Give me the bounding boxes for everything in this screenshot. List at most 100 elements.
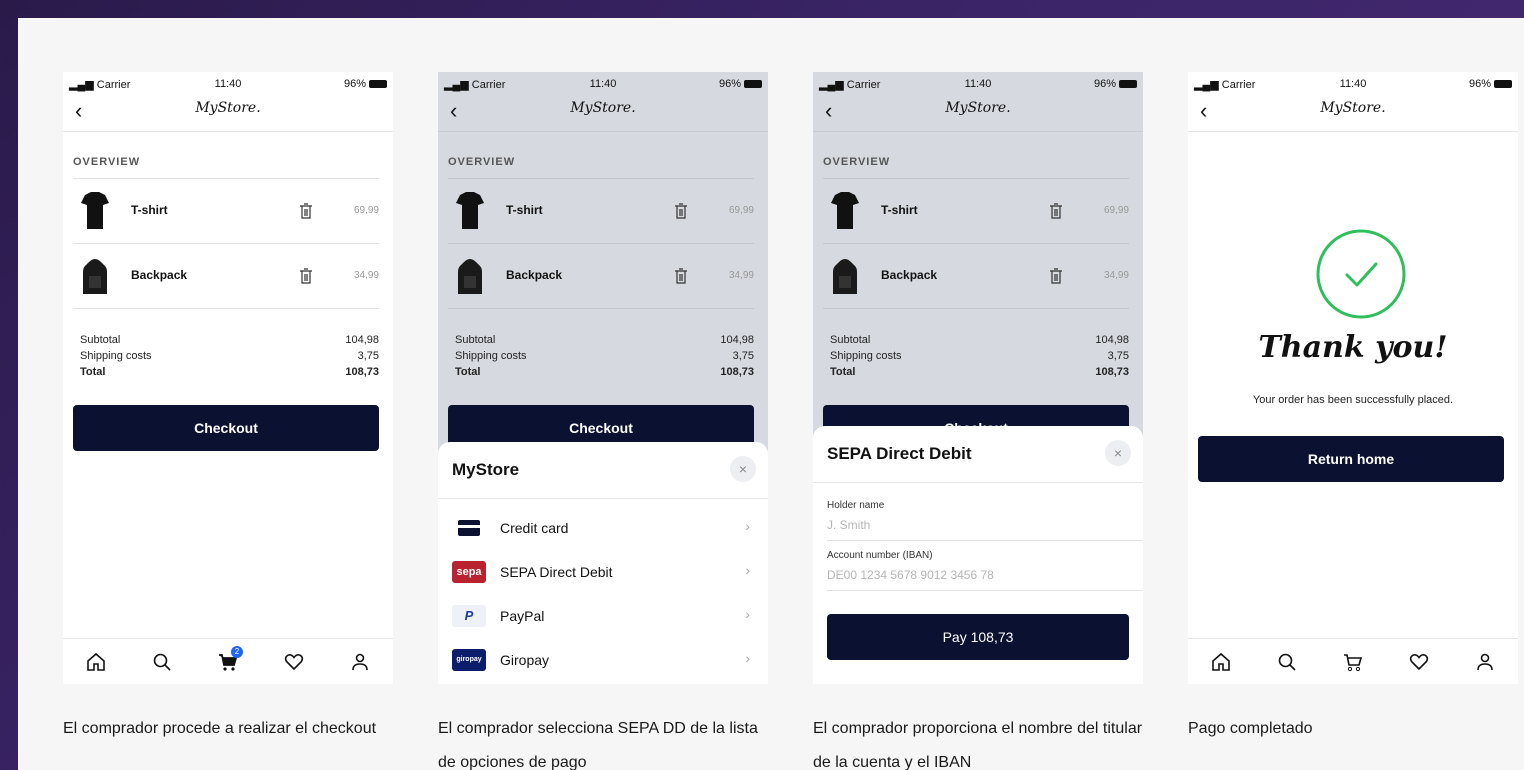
backpack-icon — [833, 259, 857, 294]
sepa-icon: sepa — [452, 561, 486, 583]
battery-indicator: 96% — [344, 78, 387, 90]
home-icon[interactable] — [85, 651, 107, 673]
close-icon[interactable]: × — [730, 456, 756, 482]
payment-option-paypal[interactable]: P PayPal › — [452, 594, 754, 638]
item-price: 69,99 — [353, 205, 379, 216]
trash-icon[interactable] — [674, 203, 688, 219]
item-price: 34,99 — [728, 270, 754, 281]
order-placed-message: Your order has been successfully placed. — [1252, 394, 1454, 406]
item-name: T-shirt — [131, 203, 168, 217]
cart-item-row: Backpack 34,99 — [448, 243, 754, 307]
overview-heading: OVERVIEW — [73, 156, 141, 168]
chevron-right-icon: › — [745, 606, 750, 622]
payment-option-label: Giropay — [500, 652, 550, 668]
subtotal-label: Subtotal — [455, 334, 496, 346]
iban-label: Account number (IBAN) — [827, 550, 933, 561]
subtotal-value: 104,98 — [720, 334, 754, 346]
payment-option-label: Credit card — [500, 520, 569, 536]
profile-icon[interactable] — [1474, 651, 1496, 673]
search-icon[interactable] — [1276, 651, 1298, 673]
chevron-right-icon: › — [745, 518, 750, 534]
store-logo: MyStore. — [570, 100, 636, 116]
nav-bar: ‹ MyStore. — [1188, 96, 1518, 132]
trash-icon[interactable] — [674, 268, 688, 284]
cart-item-row: Backpack 34,99 — [73, 243, 379, 307]
chevron-right-icon: › — [745, 562, 750, 578]
status-bar: ▂▄▆ Carrier 11:40 96% — [1188, 78, 1518, 92]
heart-icon[interactable] — [283, 651, 305, 673]
holder-name-label: Holder name — [827, 500, 885, 511]
item-price: 34,99 — [353, 270, 379, 281]
item-name: T-shirt — [506, 203, 543, 217]
divider — [823, 308, 1129, 309]
nav-bar: ‹ MyStore. — [438, 96, 768, 132]
divider — [827, 540, 1143, 541]
total-value: 108,73 — [720, 366, 754, 378]
subtotal-row: Subtotal 104,98 — [455, 334, 754, 348]
trash-icon[interactable] — [299, 268, 313, 284]
checkout-button[interactable]: Checkout — [73, 405, 379, 451]
cart-item-row: T-shirt 69,99 — [448, 178, 754, 242]
overview-heading: OVERVIEW — [448, 156, 516, 168]
payment-option-sepa[interactable]: sepa SEPA Direct Debit › — [452, 550, 754, 594]
sepa-form-sheet: SEPA Direct Debit × Holder name J. Smith… — [813, 426, 1143, 684]
shipping-label: Shipping costs — [830, 350, 902, 362]
holder-name-field[interactable]: J. Smith — [827, 518, 870, 532]
heart-icon[interactable] — [1408, 651, 1430, 673]
thank-you-heading: Thank you! — [1258, 330, 1448, 365]
shipping-label: Shipping costs — [455, 350, 527, 362]
cart-item-row: T-shirt 69,99 — [73, 178, 379, 242]
total-row: Total 108,73 — [80, 366, 379, 380]
cart-icon[interactable] — [1342, 651, 1364, 673]
battery-icon — [369, 80, 387, 89]
total-label: Total — [830, 366, 856, 378]
item-price: 34,99 — [1103, 270, 1129, 281]
backpack-icon — [458, 259, 482, 294]
subtotal-label: Subtotal — [80, 334, 121, 346]
trash-icon[interactable] — [1049, 268, 1063, 284]
overview-heading: OVERVIEW — [823, 156, 891, 168]
total-row: Total 108,73 — [830, 366, 1129, 380]
profile-icon[interactable] — [349, 651, 371, 673]
divider — [73, 308, 379, 309]
paypal-icon: P — [452, 605, 486, 627]
subtotal-label: Subtotal — [830, 334, 871, 346]
item-price: 69,99 — [1103, 205, 1129, 216]
store-logo: MyStore. — [195, 100, 261, 116]
giropay-icon: giropay — [452, 649, 486, 671]
pay-button[interactable]: Pay 108,73 — [827, 614, 1129, 660]
cart-tab[interactable]: 2 — [217, 645, 243, 673]
phone-screen-payment-options: ▂▄▆ Carrier 11:40 96% ‹ MyStore. OVERVIE… — [438, 72, 768, 684]
battery-indicator: 96% — [1469, 78, 1512, 90]
nav-bar: ‹ MyStore. — [63, 96, 393, 132]
item-name: Backpack — [506, 268, 563, 282]
item-name: Backpack — [131, 268, 188, 282]
payment-options-sheet: MyStore × Credit card › sepa SEPA Direct… — [438, 442, 768, 684]
search-icon[interactable] — [151, 651, 173, 673]
divider — [438, 498, 768, 499]
step-caption: El comprador procede a realizar el check… — [63, 720, 377, 737]
battery-icon — [1494, 80, 1512, 89]
subtotal-value: 104,98 — [345, 334, 379, 346]
subtotal-row: Subtotal 104,98 — [830, 334, 1129, 348]
trash-icon[interactable] — [1049, 203, 1063, 219]
subtotal-row: Subtotal 104,98 — [80, 334, 379, 348]
store-logo: MyStore. — [945, 100, 1011, 116]
trash-icon[interactable] — [299, 203, 313, 219]
phone-screen-checkout: ▂▄▆ Carrier 11:40 96% ‹ MyStore. OVERVIE… — [63, 72, 393, 684]
payment-option-giropay[interactable]: giropay Giropay › — [452, 638, 754, 682]
iban-field[interactable]: DE00 1234 5678 9012 3456 78 — [827, 568, 994, 582]
phone-screen-success: ▂▄▆ Carrier 11:40 96% ‹ MyStore. Thank y… — [1188, 72, 1518, 684]
shipping-row: Shipping costs 3,75 — [80, 350, 379, 364]
step-caption: Pago completado — [1188, 720, 1313, 737]
close-icon[interactable]: × — [1105, 440, 1131, 466]
home-icon[interactable] — [1210, 651, 1232, 673]
payment-option-credit-card[interactable]: Credit card › — [452, 506, 754, 550]
return-home-button[interactable]: Return home — [1198, 436, 1504, 482]
shipping-row: Shipping costs 3,75 — [830, 350, 1129, 364]
total-value: 108,73 — [1095, 366, 1129, 378]
battery-indicator: 96% — [1094, 78, 1137, 90]
payment-option-label: PayPal — [500, 608, 545, 624]
subtotal-value: 104,98 — [1095, 334, 1129, 346]
item-name: T-shirt — [881, 203, 918, 217]
